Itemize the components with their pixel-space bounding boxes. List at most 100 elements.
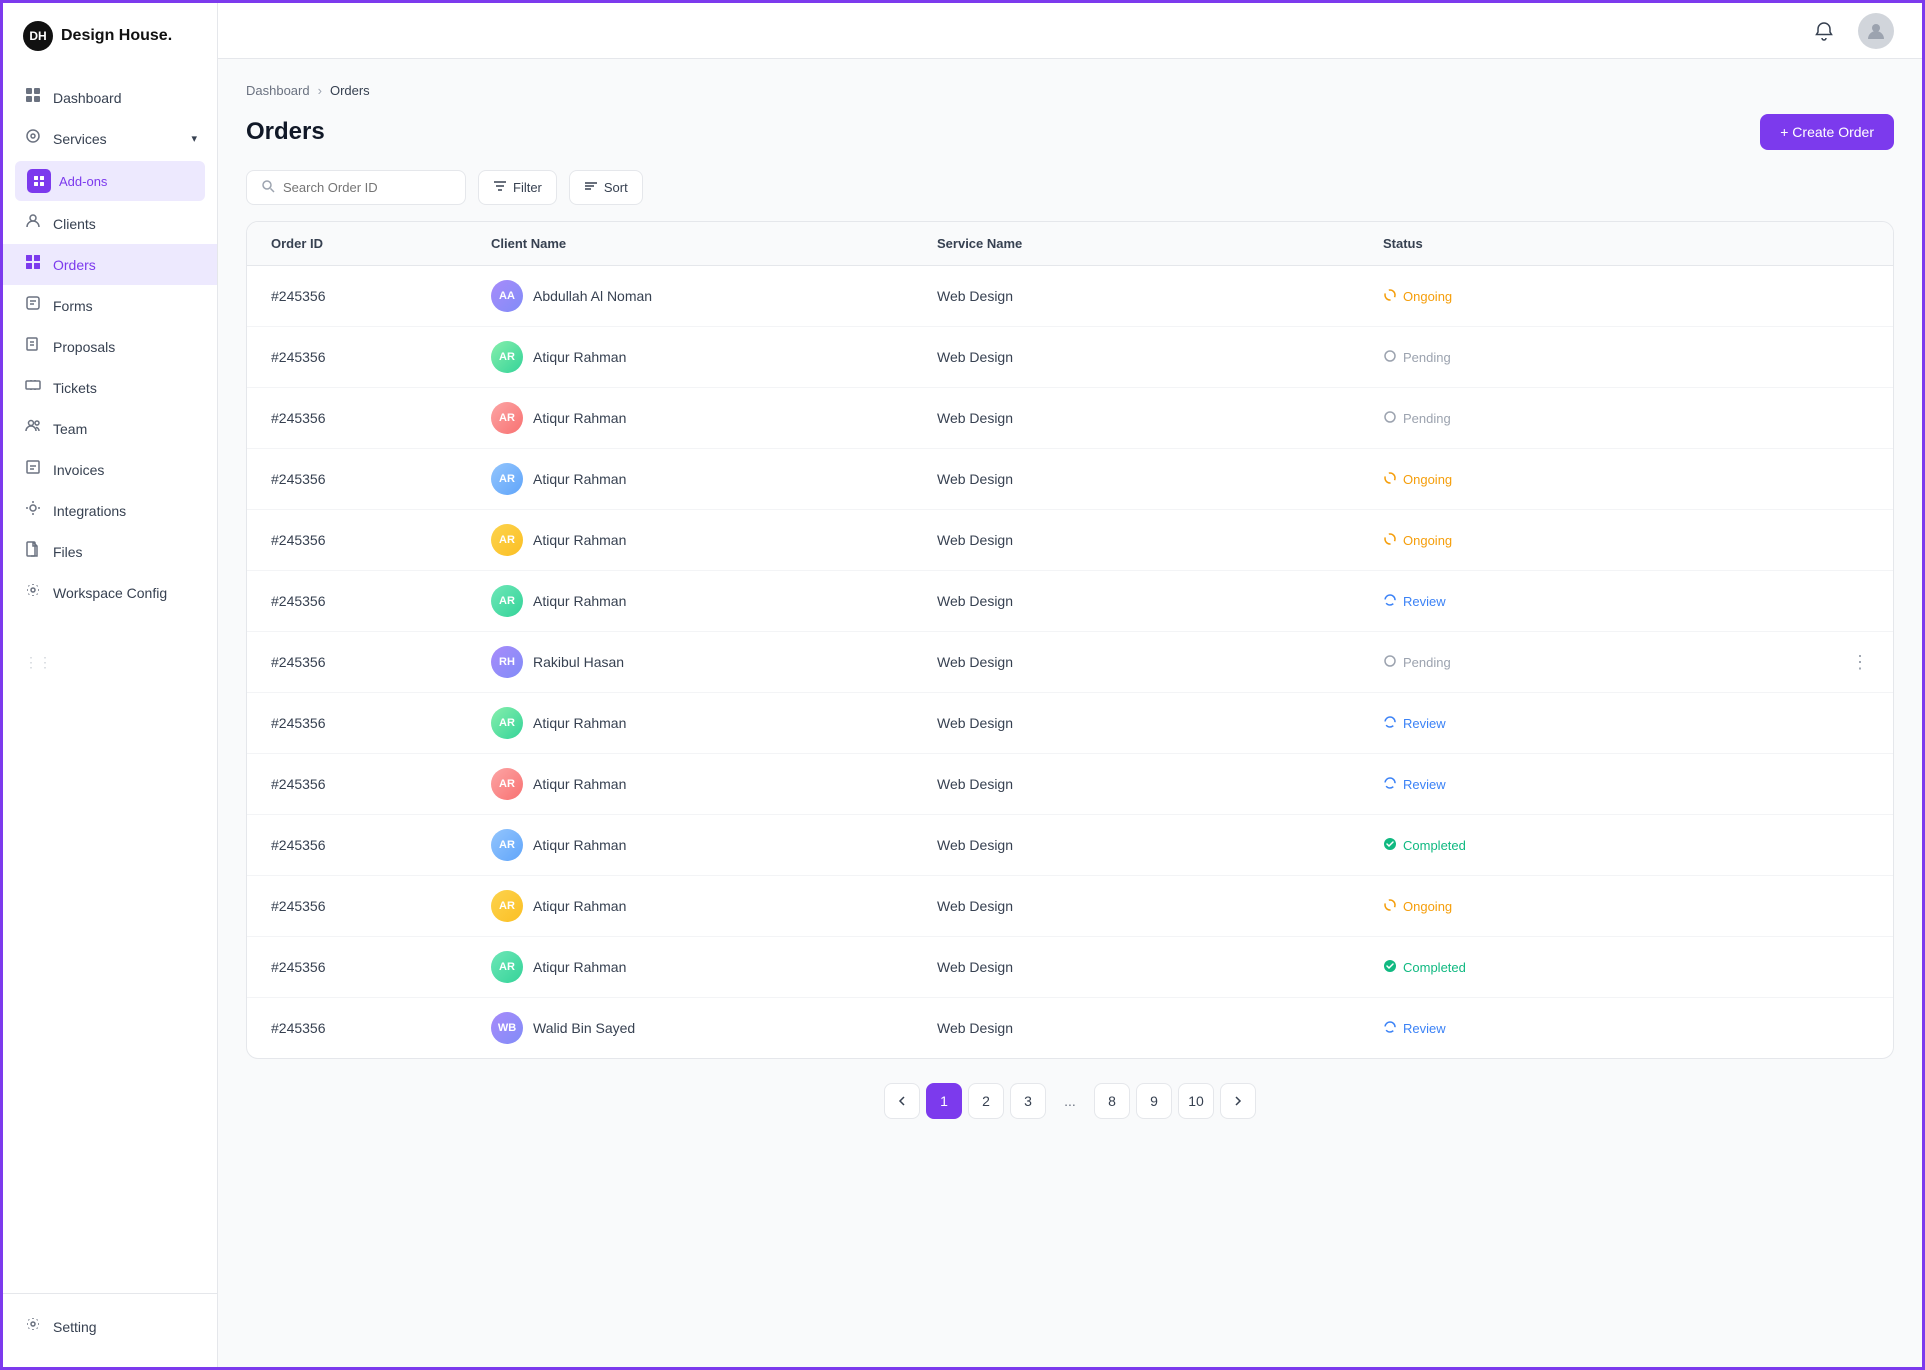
client-name-cell: WB Walid Bin Sayed [491,1012,937,1044]
order-id-cell: #245356 [271,654,491,670]
status-text: Pending [1403,411,1451,426]
search-box[interactable] [246,170,466,205]
row-menu-button[interactable]: ⋮ [1851,652,1869,673]
status-text: Review [1403,777,1446,792]
table-row[interactable]: #245356 AR Atiqur Rahman Web Design Pend… [247,388,1893,449]
pagination-page-8[interactable]: 8 [1094,1083,1130,1119]
service-name-cell: Web Design [937,776,1383,792]
table-row[interactable]: #245356 AR Atiqur Rahman Web Design Comp… [247,937,1893,998]
forms-icon [23,295,43,316]
sidebar-item-forms[interactable]: Forms [3,285,217,326]
sort-button[interactable]: Sort [569,170,643,205]
client-avatar: AR [491,341,523,373]
sidebar-item-setting[interactable]: Setting [3,1306,217,1347]
proposals-icon [23,336,43,357]
sidebar-item-clients[interactable]: Clients [3,203,217,244]
services-icon [23,128,43,149]
table-row[interactable]: #245356 AR Atiqur Rahman Web Design Ongo… [247,510,1893,571]
sidebar-item-dashboard[interactable]: Dashboard [3,77,217,118]
main-area: Dashboard › Orders Orders + Create Order [218,3,1922,1367]
status-text: Review [1403,1021,1446,1036]
client-name: Atiqur Rahman [533,410,626,426]
logo-icon: DH [23,21,53,51]
client-name: Atiqur Rahman [533,593,626,609]
pagination-next[interactable] [1220,1083,1256,1119]
breadcrumb-separator: › [318,83,322,98]
sidebar-item-orders[interactable]: Orders [3,244,217,285]
integrations-icon [23,500,43,521]
filter-button[interactable]: Filter [478,170,557,205]
client-name-cell: AR Atiqur Rahman [491,951,937,983]
files-label: Files [53,544,83,560]
table-row[interactable]: #245356 AR Atiqur Rahman Web Design Revi… [247,571,1893,632]
client-name: Atiqur Rahman [533,837,626,853]
table-row[interactable]: #245356 AR Atiqur Rahman Web Design Revi… [247,754,1893,815]
sidebar-item-addons[interactable]: Add-ons [15,161,205,201]
breadcrumb-parent[interactable]: Dashboard [246,83,310,98]
status-badge: Ongoing [1383,898,1829,915]
sidebar-item-files[interactable]: Files [3,531,217,572]
order-id-cell: #245356 [271,593,491,609]
dashboard-label: Dashboard [53,90,122,106]
status-badge: Review [1383,776,1829,793]
app-logo[interactable]: DH Design House. [3,3,217,69]
status-icon [1383,410,1397,427]
table-row[interactable]: #245356 AA Abdullah Al Noman Web Design … [247,266,1893,327]
client-name-cell: AR Atiqur Rahman [491,524,937,556]
files-icon [23,541,43,562]
user-avatar[interactable] [1858,13,1894,49]
table-row[interactable]: #245356 AR Atiqur Rahman Web Design Pend… [247,327,1893,388]
pagination-prev[interactable] [884,1083,920,1119]
client-avatar: RH [491,646,523,678]
table-row[interactable]: #245356 WB Walid Bin Sayed Web Design Re… [247,998,1893,1058]
search-input[interactable] [283,180,443,195]
table-row[interactable]: #245356 AR Atiqur Rahman Web Design Ongo… [247,876,1893,937]
order-id-cell: #245356 [271,532,491,548]
order-id-cell: #245356 [271,898,491,914]
filter-label: Filter [513,180,542,195]
client-avatar: AR [491,829,523,861]
pagination-page-1[interactable]: 1 [926,1083,962,1119]
client-name-cell: AR Atiqur Rahman [491,768,937,800]
table-row[interactable]: #245356 AR Atiqur Rahman Web Design Comp… [247,815,1893,876]
table-row[interactable]: #245356 RH Rakibul Hasan Web Design Pend… [247,632,1893,693]
status-badge: Completed [1383,837,1829,854]
service-name-cell: Web Design [937,288,1383,304]
status-icon [1383,349,1397,366]
pagination-page-3[interactable]: 3 [1010,1083,1046,1119]
status-badge: Completed [1383,959,1829,976]
sidebar-item-team[interactable]: Team [3,408,217,449]
notification-bell[interactable] [1806,13,1842,49]
client-name: Atiqur Rahman [533,959,626,975]
table-row[interactable]: #245356 AR Atiqur Rahman Web Design Ongo… [247,449,1893,510]
dashboard-icon [23,87,43,108]
pagination-page-2[interactable]: 2 [968,1083,1004,1119]
client-name: Atiqur Rahman [533,898,626,914]
col-status: Status [1383,236,1829,251]
sidebar-item-tickets[interactable]: Tickets [3,367,217,408]
sidebar-item-proposals[interactable]: Proposals [3,326,217,367]
sidebar-item-invoices[interactable]: Invoices [3,449,217,490]
tickets-icon [23,377,43,398]
service-name-cell: Web Design [937,532,1383,548]
sidebar-item-integrations[interactable]: Integrations [3,490,217,531]
table-row[interactable]: #245356 AR Atiqur Rahman Web Design Revi… [247,693,1893,754]
row-actions: ⋮⋮ ⋮ [1829,652,1869,673]
pagination-page-9[interactable]: 9 [1136,1083,1172,1119]
pagination-page-10[interactable]: 10 [1178,1083,1214,1119]
create-order-button[interactable]: + Create Order [1760,114,1894,150]
pagination-ellipsis: ... [1052,1083,1088,1119]
client-avatar: AR [491,768,523,800]
setting-label: Setting [53,1319,97,1335]
client-avatar: AR [491,585,523,617]
sidebar-item-workspace[interactable]: Workspace Config [3,572,217,613]
status-badge: Ongoing [1383,471,1829,488]
sidebar-item-services[interactable]: Services ▾ [3,118,217,159]
status-text: Completed [1403,838,1466,853]
client-name-cell: AR Atiqur Rahman [491,829,937,861]
status-text: Review [1403,716,1446,731]
status-text: Pending [1403,350,1451,365]
proposals-label: Proposals [53,339,115,355]
col-actions [1829,236,1869,251]
order-id-cell: #245356 [271,959,491,975]
